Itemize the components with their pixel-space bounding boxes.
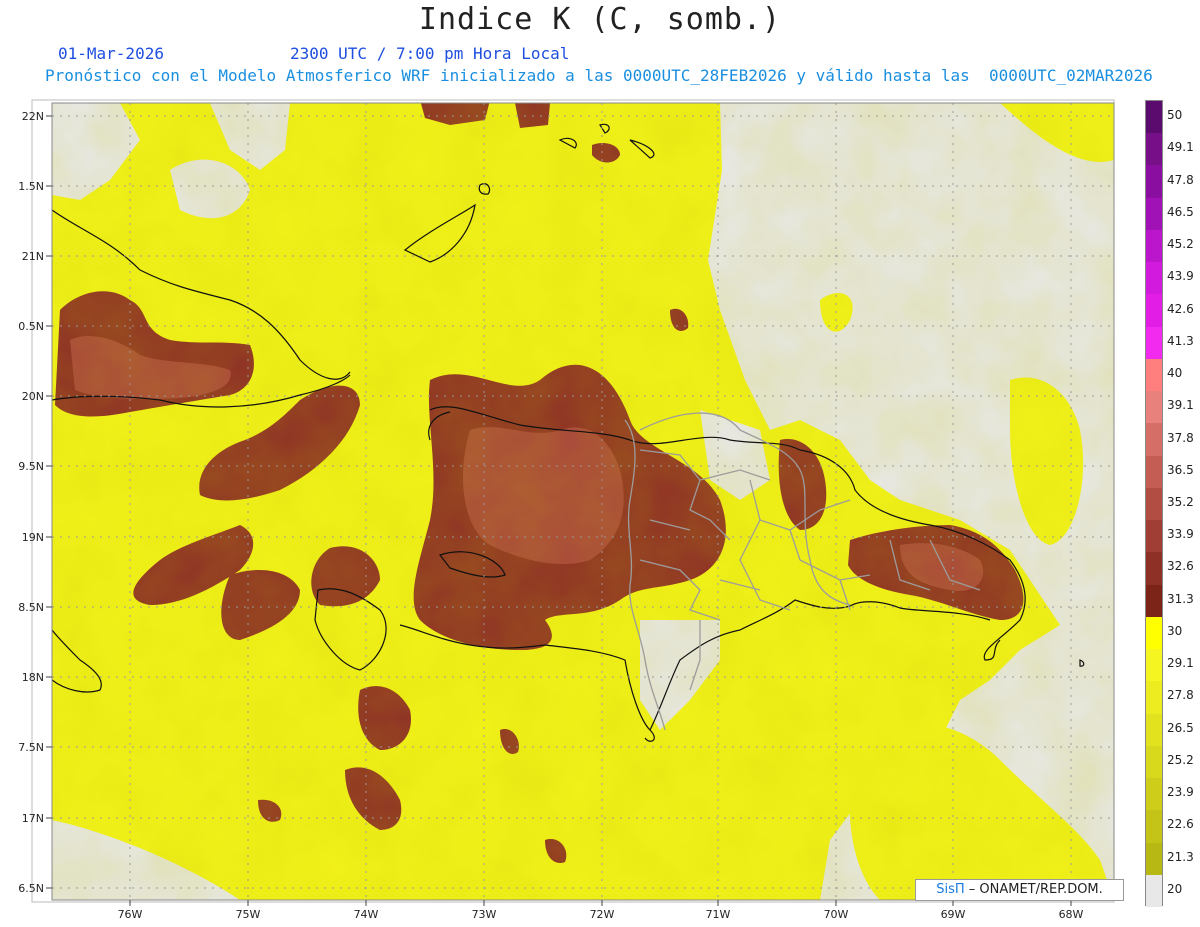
colorbar-segment [1146, 229, 1162, 263]
lat-label: 7.5N [18, 741, 44, 754]
colorbar-label: 20 [1167, 881, 1183, 896]
lon-label: 71W [706, 908, 731, 921]
lon-label: 70W [824, 908, 849, 921]
colorbar-label: 26.5 [1167, 720, 1194, 735]
colorbar-segment [1146, 778, 1162, 811]
colorbar-segment [1146, 262, 1162, 295]
map-title: Indice K (C, somb.) [418, 2, 782, 37]
colorbar-label: 32.6 [1167, 559, 1194, 574]
lat-label: 21N [22, 250, 44, 263]
colorbar-segment [1146, 133, 1162, 166]
colorbar-segment [1146, 584, 1162, 618]
colorbar-segment [1146, 197, 1162, 231]
colorbar-segment [1146, 713, 1162, 747]
colorbar-label: 45.2 [1167, 237, 1194, 252]
colorbar-label: 43.9 [1167, 269, 1194, 284]
colorbar-label: 36.5 [1167, 462, 1194, 477]
colorbar-segment [1146, 874, 1162, 908]
colorbar-label: 49.1 [1167, 140, 1194, 155]
colorbar-label: 31.3 [1167, 591, 1194, 606]
lon-label: 68W [1059, 908, 1084, 921]
lon-label: 69W [941, 908, 966, 921]
colorbar-label: 22.6 [1167, 817, 1194, 832]
colorbar [1145, 100, 1163, 908]
lon-label: 75W [236, 908, 261, 921]
colorbar-label: 37.8 [1167, 430, 1194, 445]
colorbar-label: 25.2 [1167, 752, 1194, 767]
colorbar-label: 35.2 [1167, 495, 1194, 509]
colorbar-segment [1146, 487, 1162, 521]
colorbar-segment [1146, 101, 1162, 134]
lat-label: 0.5N [18, 320, 44, 333]
forecast-date: 01-Mar-2026 [58, 44, 164, 63]
colorbar-label: 30 [1167, 623, 1183, 638]
colorbar-label: 23.9 [1167, 785, 1194, 800]
colorbar-label: 33.9 [1167, 527, 1194, 542]
lon-label: 73W [472, 908, 497, 921]
lon-label: 76W [118, 908, 143, 921]
colorbar-segment [1146, 552, 1162, 586]
colorbar-segment [1146, 810, 1162, 843]
colorbar-segment [1146, 391, 1162, 424]
lat-label: 8.5N [18, 601, 44, 614]
lat-label: 22N [22, 110, 44, 123]
lat-label: 18N [22, 671, 44, 684]
colorbar-segment [1146, 842, 1162, 876]
lon-label: 74W [354, 908, 379, 921]
colorbar-label: 47.8 [1167, 172, 1194, 187]
colorbar-segment [1146, 649, 1162, 682]
lat-label: 1.5N [18, 180, 44, 193]
lon-label: 72W [590, 908, 615, 921]
colorbar-segment [1146, 455, 1162, 489]
lat-label: 20N [22, 390, 44, 403]
lat-label: 9.5N [18, 460, 44, 473]
lat-label: 17N [22, 812, 44, 825]
colorbar-segment [1146, 294, 1162, 328]
credit-text: – ONAMET/REP.DOM. [968, 882, 1103, 897]
colorbar-segment [1146, 423, 1162, 457]
colorbar-label: 50 [1167, 108, 1183, 123]
colorbar-label: 27.8 [1167, 688, 1194, 703]
colorbar-segment [1146, 358, 1162, 392]
colorbar-segment [1146, 165, 1162, 199]
colorbar-segment [1146, 616, 1162, 650]
colorbar-segment [1146, 745, 1162, 779]
credit-brand: SisΠ [936, 882, 965, 897]
weather-map: 22N 1.5N 21N 0.5N 20N 9.5N 19N 8.5N 18N … [18, 99, 1115, 921]
colorbar-label: 40 [1167, 366, 1183, 381]
colorbar-label: 21.3 [1167, 849, 1194, 864]
forecast-time: 2300 UTC / 7:00 pm Hora Local [290, 44, 570, 63]
colorbar-label: 41.3 [1167, 333, 1194, 348]
colorbar-label: 46.5 [1167, 204, 1194, 219]
lat-label: 19N [22, 531, 44, 544]
credit-box: SisΠ – ONAMET/REP.DOM. [915, 879, 1124, 901]
forecast-description: Pronóstico con el Modelo Atmosferico WRF… [45, 66, 1153, 85]
colorbar-label: 29.1 [1167, 656, 1194, 671]
colorbar-label: 42.6 [1167, 301, 1194, 316]
colorbar-segment [1146, 681, 1162, 715]
colorbar-segment [1146, 520, 1162, 553]
colorbar-segment [1146, 326, 1162, 360]
lat-label: 6.5N [18, 882, 44, 895]
colorbar-label: 39.1 [1167, 398, 1194, 413]
